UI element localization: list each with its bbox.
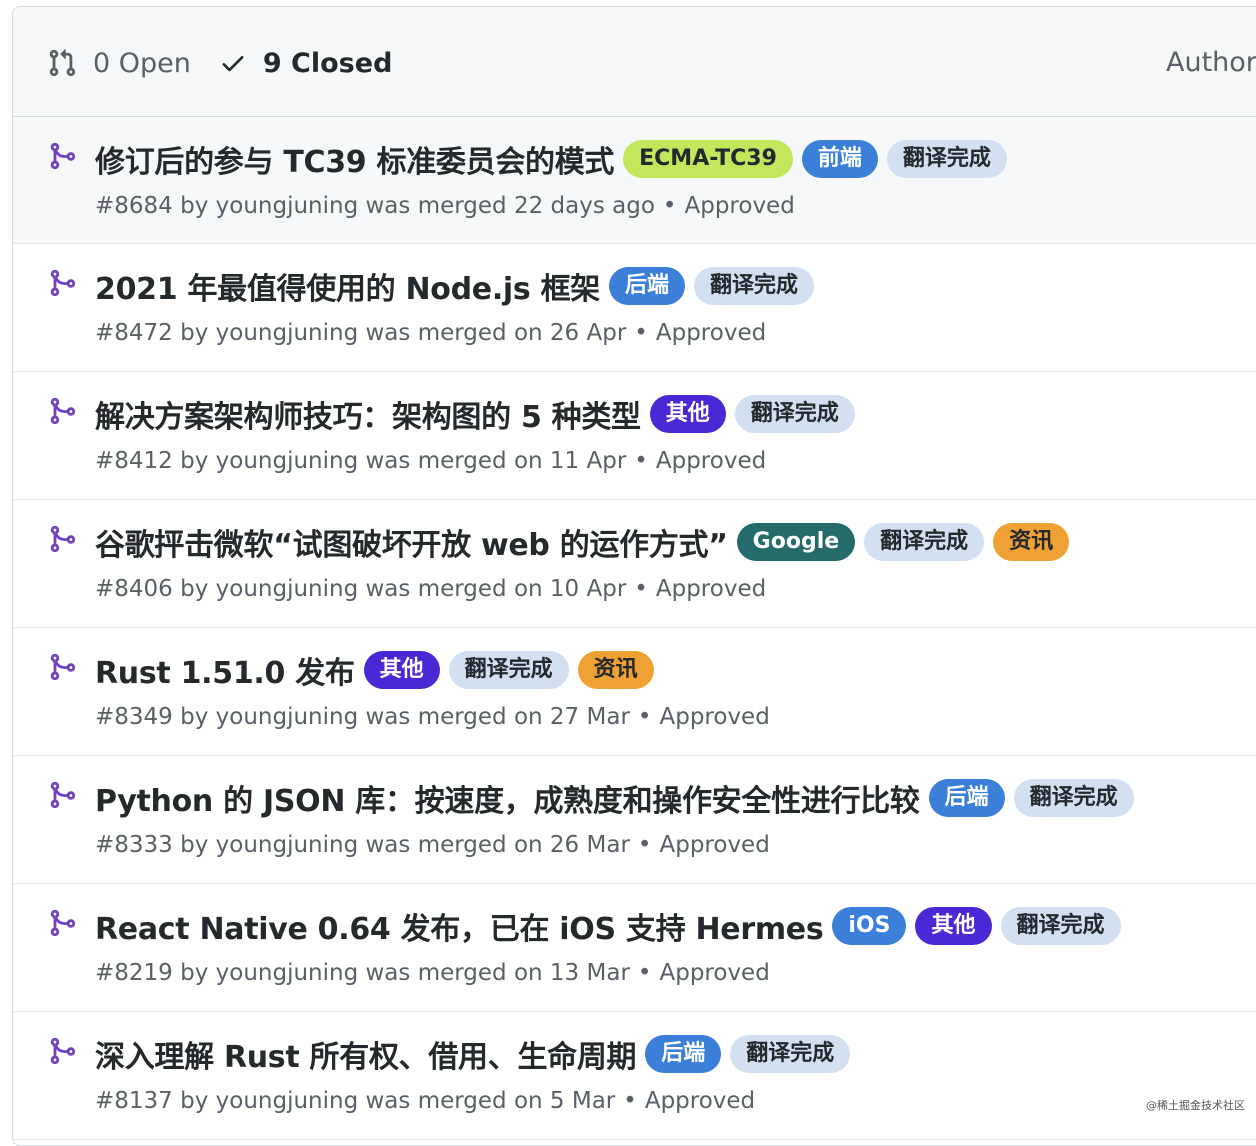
label-badge[interactable]: iOS bbox=[832, 907, 907, 945]
label-badge[interactable]: 翻译完成 bbox=[886, 140, 1007, 178]
pull-request-icon bbox=[49, 49, 76, 77]
pull-request-row[interactable]: 谷歌抨击微软“试图破坏开放 web 的运作方式” Google 翻译完成 资讯 #840… bbox=[13, 500, 1256, 628]
pull-request-title-link[interactable]: Python 的 JSON 库：按速度，成熟度和操作安全性进行比较 bbox=[95, 776, 920, 820]
closed-count-label: 9 Closed bbox=[262, 47, 393, 79]
label-badge[interactable]: 翻译完成 bbox=[694, 267, 815, 305]
pull-request-row[interactable]: 2021 年最值得使用的 Node.js 框架 后端 翻译完成 #8472 by yo… bbox=[13, 244, 1256, 372]
merge-info: #8137 by youngjuning was merged on 5 Mar bbox=[95, 1088, 616, 1114]
separator-dot: • bbox=[623, 1088, 637, 1114]
title-line: 修订后的参与 TC39 标准委员会的模式 ECMA-TC39 前端 翻译完成 bbox=[95, 137, 1007, 181]
label-badge[interactable]: 前端 bbox=[801, 140, 878, 178]
pull-request-title-link[interactable]: React Native 0.64 发布，已在 iOS 支持 Hermes bbox=[95, 904, 824, 948]
label-badge[interactable]: 翻译完成 bbox=[1000, 907, 1121, 945]
pull-request-meta: #8412 by youngjuning was merged on 11 Ap… bbox=[95, 448, 766, 474]
merge-info: #8406 by youngjuning was merged on 10 Ap… bbox=[95, 576, 627, 602]
pull-request-row[interactable]: 修订后的参与 TC39 标准委员会的模式 ECMA-TC39 前端 翻译完成 #8684… bbox=[13, 117, 1256, 244]
merged-icon bbox=[47, 524, 77, 558]
closed-filter[interactable]: 9 Closed bbox=[219, 47, 393, 79]
label-badge[interactable]: 资讯 bbox=[993, 523, 1070, 561]
pull-request-meta: #8684 by youngjuning was merged 22 days … bbox=[95, 193, 795, 219]
state-filter: 0 Open 9 Closed bbox=[47, 45, 392, 81]
check-icon bbox=[222, 56, 244, 72]
pull-request-meta: #8472 by youngjuning was merged on 26 Ap… bbox=[95, 320, 766, 346]
pull-request-row[interactable]: Rust 1.51.0 发布 其他 翻译完成 资讯 #8349 by youngjuni… bbox=[13, 628, 1256, 756]
merged-icon bbox=[47, 780, 77, 814]
pull-request-title-link[interactable]: 修订后的参与 TC39 标准委员会的模式 bbox=[95, 137, 614, 181]
title-line: Rust 1.51.0 发布 其他 翻译完成 资讯 bbox=[95, 648, 654, 692]
pull-request-title-link[interactable]: 深入理解 Rust 所有权、借用、生命周期 bbox=[95, 1032, 637, 1076]
pull-request-title-link[interactable]: 2021 年最值得使用的 Node.js 框架 bbox=[95, 264, 600, 308]
review-status-link[interactable]: Approved bbox=[656, 448, 766, 474]
review-status-link[interactable]: Approved bbox=[656, 320, 766, 346]
pull-request-row[interactable]: 深入理解 Rust 所有权、借用、生命周期 后端 翻译完成 #8137 by youn… bbox=[13, 1012, 1256, 1140]
open-filter[interactable]: 0 Open bbox=[47, 48, 191, 79]
author-filter-dropdown[interactable]: Author bbox=[1166, 47, 1256, 78]
review-status-link[interactable]: Approved bbox=[645, 1088, 755, 1114]
label-badge[interactable]: 其他 bbox=[915, 907, 992, 945]
separator-dot: • bbox=[634, 448, 648, 474]
merge-info: #8219 by youngjuning was merged on 13 Ma… bbox=[95, 960, 630, 986]
open-count-label: 0 Open bbox=[93, 47, 191, 79]
title-line: React Native 0.64 发布，已在 iOS 支持 Hermes iOS… bbox=[95, 904, 1121, 948]
separator-dot: • bbox=[634, 320, 648, 346]
label-badge[interactable]: Google bbox=[736, 523, 856, 561]
pull-request-title-link[interactable]: Rust 1.51.0 发布 bbox=[95, 648, 355, 692]
review-status-link[interactable]: Approved bbox=[659, 960, 769, 986]
pull-request-meta: #8349 by youngjuning was merged on 27 Ma… bbox=[95, 704, 770, 730]
label-badge[interactable]: ECMA-TC39 bbox=[623, 140, 793, 178]
label-badge[interactable]: 其他 bbox=[363, 651, 440, 689]
merged-icon bbox=[47, 1036, 77, 1070]
label-badge[interactable]: 翻译完成 bbox=[734, 395, 855, 433]
review-status-link[interactable]: Approved bbox=[656, 576, 766, 602]
pull-request-title-link[interactable]: 解决方案架构师技巧：架构图的 5 种类型 bbox=[95, 392, 641, 436]
merge-info: #8412 by youngjuning was merged on 11 Ap… bbox=[95, 448, 627, 474]
pull-request-title-link[interactable]: 谷歌抨击微软“试图破坏开放 web 的运作方式” bbox=[95, 520, 728, 564]
title-line: Python 的 JSON 库：按速度，成熟度和操作安全性进行比较 后端 翻译完成 bbox=[95, 776, 1134, 820]
label-badge[interactable]: 翻译完成 bbox=[1013, 779, 1134, 817]
title-line: 2021 年最值得使用的 Node.js 框架 后端 翻译完成 bbox=[95, 264, 815, 308]
title-line: 解决方案架构师技巧：架构图的 5 种类型 其他 翻译完成 bbox=[95, 392, 855, 436]
review-status-link[interactable]: Approved bbox=[684, 193, 794, 219]
label-badge[interactable]: 资讯 bbox=[577, 651, 654, 689]
label-badge[interactable]: 其他 bbox=[649, 395, 726, 433]
merged-icon bbox=[47, 141, 77, 175]
pull-request-list: 0 Open 9 Closed Author 修订后的参与 TC39 标准委员会… bbox=[12, 6, 1256, 1146]
watermark: @稀土掘金技术社区 bbox=[1146, 1099, 1245, 1112]
review-status-link[interactable]: Approved bbox=[659, 832, 769, 858]
separator-dot: • bbox=[637, 960, 652, 986]
merged-icon bbox=[47, 396, 77, 430]
pull-request-meta: #8406 by youngjuning was merged on 10 Ap… bbox=[95, 576, 766, 602]
merge-info: #8333 by youngjuning was merged on 26 Ma… bbox=[95, 832, 630, 858]
pull-request-row[interactable]: Python 的 JSON 库：按速度，成熟度和操作安全性进行比较 后端 翻译完成 #… bbox=[13, 756, 1256, 884]
pull-request-row[interactable]: React Native 0.64 发布，已在 iOS 支持 Hermes iOS… bbox=[13, 884, 1256, 1012]
label-badge[interactable]: 翻译完成 bbox=[864, 523, 985, 561]
label-badge[interactable]: 翻译完成 bbox=[730, 1035, 851, 1073]
pull-request-row[interactable]: 解决方案架构师技巧：架构图的 5 种类型 其他 翻译完成 #8412 by young… bbox=[13, 372, 1256, 500]
separator-dot: • bbox=[634, 576, 648, 602]
separator-dot: • bbox=[637, 704, 652, 730]
pull-request-rows: 修订后的参与 TC39 标准委员会的模式 ECMA-TC39 前端 翻译完成 #8684… bbox=[13, 117, 1256, 1140]
pull-request-meta: #8137 by youngjuning was merged on 5 Mar… bbox=[95, 1088, 755, 1114]
label-badge[interactable]: 翻译完成 bbox=[448, 651, 569, 689]
pull-request-meta: #8333 by youngjuning was merged on 26 Ma… bbox=[95, 832, 770, 858]
label-badge[interactable]: 后端 bbox=[645, 1035, 722, 1073]
label-badge[interactable]: 后端 bbox=[928, 779, 1005, 817]
merged-icon bbox=[47, 268, 77, 302]
merge-info: #8472 by youngjuning was merged on 26 Ap… bbox=[95, 320, 627, 346]
list-header: 0 Open 9 Closed Author bbox=[13, 7, 1256, 117]
label-badge[interactable]: 后端 bbox=[609, 267, 686, 305]
review-status-link[interactable]: Approved bbox=[659, 704, 769, 730]
merged-icon bbox=[47, 652, 77, 686]
separator-dot: • bbox=[662, 193, 677, 219]
title-line: 谷歌抨击微软“试图破坏开放 web 的运作方式” Google 翻译完成 资讯 bbox=[95, 520, 1070, 564]
title-line: 深入理解 Rust 所有权、借用、生命周期 后端 翻译完成 bbox=[95, 1032, 851, 1076]
merged-icon bbox=[47, 908, 77, 942]
merge-info: #8349 by youngjuning was merged on 27 Ma… bbox=[95, 704, 630, 730]
merge-info: #8684 by youngjuning was merged 22 days … bbox=[95, 193, 655, 219]
separator-dot: • bbox=[637, 832, 652, 858]
pull-request-meta: #8219 by youngjuning was merged on 13 Ma… bbox=[95, 960, 770, 986]
